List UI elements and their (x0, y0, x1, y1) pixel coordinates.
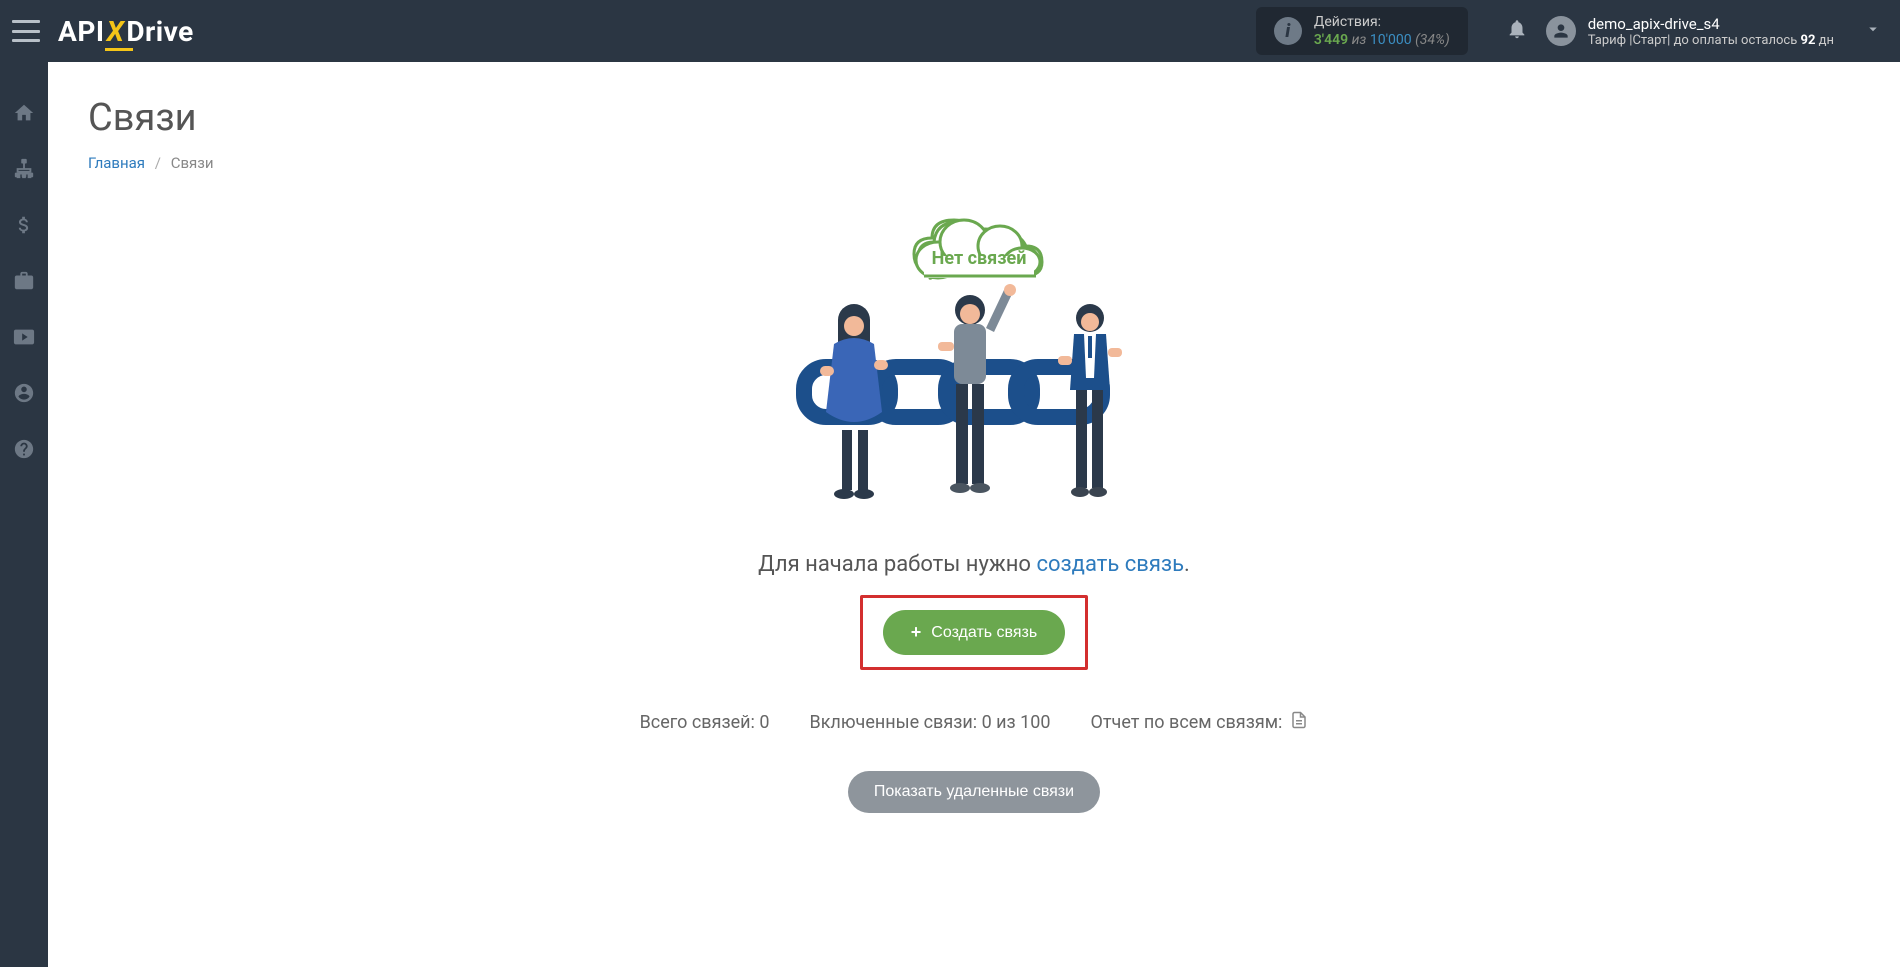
stats-row: Всего связей: 0 Включенные связи: 0 из 1… (640, 710, 1309, 735)
bell-icon (1506, 18, 1528, 40)
create-button-label: Создать связь (931, 624, 1037, 642)
actions-label: Действия: (1314, 13, 1450, 31)
avatar (1546, 16, 1576, 46)
create-connection-link[interactable]: создать связь (1036, 552, 1184, 577)
question-icon (13, 438, 35, 460)
user-menu[interactable]: demo_apix-drive_s4 Тариф |Старт| до опла… (1546, 15, 1882, 48)
stat-enabled: Включенные связи: 0 из 100 (809, 712, 1050, 733)
nav-account[interactable] (13, 382, 35, 408)
briefcase-icon (13, 270, 35, 292)
breadcrumb-current: Связи (171, 154, 214, 172)
cloud-text: Нет связей (932, 248, 1027, 269)
nav-video[interactable] (13, 326, 35, 352)
actions-limit: 10'000 (1370, 32, 1412, 48)
youtube-icon (13, 326, 35, 348)
onboard-text: Для начала работы нужно создать связь. (758, 552, 1190, 577)
info-icon: i (1274, 17, 1302, 45)
home-icon (13, 102, 35, 124)
stat-report: Отчет по всем связям: (1091, 710, 1309, 735)
nav-partners[interactable] (13, 270, 35, 296)
page-title: Связи (88, 96, 1860, 140)
dollar-icon (13, 214, 35, 236)
menu-toggle-button[interactable] (12, 20, 40, 42)
main-content: Связи Главная / Связи Нет (48, 62, 1900, 967)
sidebar (0, 62, 48, 967)
logo-text-x: X (107, 15, 125, 48)
username: demo_apix-drive_s4 (1588, 15, 1834, 33)
nav-connections[interactable] (13, 158, 35, 184)
nav-billing[interactable] (13, 214, 35, 240)
tariff-info: Тариф |Старт| до оплаты осталось 92 дн (1588, 33, 1834, 48)
breadcrumb-separator: / (155, 154, 161, 172)
empty-state-illustration: Нет связей (764, 202, 1184, 522)
nav-help[interactable] (13, 438, 35, 464)
breadcrumb-home[interactable]: Главная (88, 154, 145, 172)
chevron-down-icon (1864, 20, 1882, 42)
user-icon (1551, 21, 1571, 41)
document-icon[interactable] (1290, 710, 1308, 735)
create-connection-button[interactable]: + Создать связь (883, 610, 1065, 655)
topbar: API X Drive i Действия: 3'449 из 10'000 … (0, 0, 1900, 62)
breadcrumb: Главная / Связи (88, 154, 1860, 172)
nav-home[interactable] (13, 102, 35, 128)
sitemap-icon (13, 158, 35, 180)
actions-separator: из (1352, 32, 1367, 48)
logo-text-api: API (58, 15, 105, 48)
logo[interactable]: API X Drive (58, 15, 194, 48)
user-circle-icon (13, 382, 35, 404)
actions-percent: (34%) (1415, 32, 1450, 48)
notifications-button[interactable] (1506, 18, 1528, 44)
logo-text-drive: Drive (126, 15, 193, 48)
stat-total: Всего связей: 0 (640, 712, 770, 733)
actions-current: 3'449 (1314, 32, 1348, 48)
plus-icon: + (911, 622, 922, 643)
highlight-annotation: + Создать связь (860, 595, 1088, 670)
actions-widget[interactable]: i Действия: 3'449 из 10'000 (34%) (1256, 7, 1468, 55)
show-deleted-button[interactable]: Показать удаленные связи (848, 771, 1100, 813)
